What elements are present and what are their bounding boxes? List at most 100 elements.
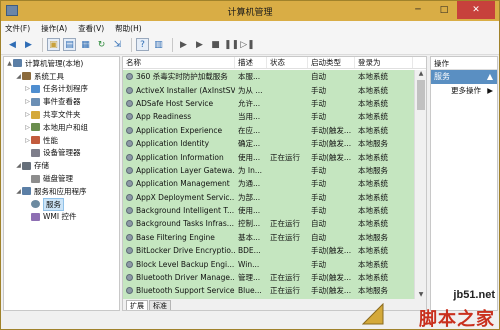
tree-item[interactable]: ▲ 计算机管理(本地) [4,57,119,70]
tree-item[interactable]: ▷ 本地用户和组 [4,121,119,134]
start-service-icon[interactable]: ▶ [177,38,190,51]
service-description: 确定... [238,139,261,149]
pause-service-icon[interactable]: ❚❚ [224,38,239,51]
expand-arrow-icon[interactable]: ▲ [6,60,13,67]
table-row[interactable]: 360 杀毒实时防护加载服务 本服... 自动 本地系统 [123,70,415,83]
tree-item-label: 磁盘管理 [43,174,73,184]
menu-view[interactable]: 查看(V) [78,23,104,34]
expand-arrow-icon[interactable]: ▷ [24,85,31,92]
start-service-alt-icon[interactable]: ▶ [193,38,206,51]
table-row[interactable]: Base Filtering Engine 基本... 正在运行 自动 本地服务 [123,231,415,244]
table-row[interactable]: Bluetooth Driver Manage... 管理... 正在运行 手动(触发… [123,271,415,284]
table-row[interactable]: AppX Deployment Servic... 为部... 手动 本地系统 [123,191,415,204]
service-description: 为 In... [238,165,263,175]
table-row[interactable]: Application Information 使用... 正在运行 手动(触发...… [123,150,415,163]
service-gear-icon [126,86,133,94]
forward-arrow-icon[interactable]: ▶ [22,38,35,51]
tree-item[interactable]: ◢ 系统工具 [4,70,119,83]
refresh-icon[interactable]: ↻ [95,38,108,51]
table-row[interactable]: Application Identity 确定... 手动(触发... 本地服务 [123,137,415,150]
menu-help[interactable]: 帮助(H) [115,23,142,34]
service-name-text: Application Experience [136,125,223,135]
menu-file[interactable]: 文件(F) [5,23,30,34]
column-name[interactable]: 名称 [123,57,235,68]
users-icon [31,123,40,132]
menu-action[interactable]: 操作(A) [41,23,67,34]
tree-item[interactable]: WMI 控件 [4,211,119,224]
properties-icon[interactable]: ▦ [79,38,92,51]
column-status[interactable]: 状态 [267,57,308,68]
minimize-button[interactable]: ─ [405,1,431,19]
tree-item[interactable]: 磁盘管理 [4,172,119,185]
table-row[interactable]: Background Intelligent T... 使用... 手动 本地系统 [123,204,415,217]
collapse-up-icon[interactable]: ▲ [487,70,493,84]
table-row[interactable]: Application Experience 在应... 手动(触发... 本地系统 [123,124,415,137]
table-row[interactable]: Application Layer Gatewa... 为 In... 手动 本地服务 [123,164,415,177]
restart-service-icon[interactable]: ▷❚ [240,38,254,51]
column-description[interactable]: 描述 [235,57,267,68]
service-name-text: Bluetooth Driver Manage... [136,273,235,283]
tab-standard[interactable]: 标准 [149,300,171,310]
table-row[interactable]: Application Management 为通... 手动 本地系统 [123,177,415,190]
table-row[interactable]: ADSafe Host Service 允许... 手动 本地系统 [123,97,415,110]
service-startup-type: 手动 [311,112,326,122]
expand-arrow-icon[interactable]: ◢ [15,162,22,169]
export-list-icon[interactable]: ⇲ [111,38,124,51]
expand-arrow-icon[interactable]: ▷ [24,124,31,131]
service-name: AppX Deployment Servic... [123,193,235,202]
up-folder-icon[interactable]: ▣ [47,38,60,51]
vertical-scrollbar[interactable]: ▲ ▼ [414,70,426,300]
tree-item[interactable]: ▷ 性能 [4,134,119,147]
service-name-text: Application Identity [136,139,210,149]
tree-item[interactable]: 设备管理器 [4,147,119,160]
scrollbar-thumb[interactable] [417,80,425,110]
table-row[interactable]: Background Tasks Infras... 控制... 正在运行 自动 本地系… [123,217,415,230]
table-row[interactable]: App Readiness 当用... 手动 本地系统 [123,110,415,123]
expand-arrow-icon[interactable]: ▷ [24,111,31,118]
show-hide-tree-icon[interactable]: ▤ [63,38,76,51]
tree-item[interactable]: 服务 [4,197,119,211]
watermark-site-name: 脚本之家 [419,309,495,330]
table-row[interactable]: Block Level Backup Engi... Win... 手动 本地系统 [123,257,415,270]
service-status: 正在运行 [270,219,300,229]
scroll-up-icon[interactable]: ▲ [415,70,426,79]
stop-service-icon[interactable]: ■ [209,38,222,51]
service-log-on-as: 本地系统 [358,192,388,202]
service-name-text: Block Level Backup Engi... [136,259,235,269]
tree-item-label: 服务和应用程序 [34,186,87,196]
tab-extended[interactable]: 扩展 [126,300,148,310]
tree-item-label: 事件查看器 [43,97,81,107]
actions-section-services[interactable]: 服务 ▲ [431,70,497,84]
service-startup-type: 手动(触发... [311,125,352,135]
back-arrow-icon[interactable]: ◀ [6,38,19,51]
table-row[interactable]: ActiveX Installer (AxInstSV) 为从 ... 手动 本地系统 [123,83,415,96]
help-icon[interactable]: ? [136,38,149,51]
service-name: ADSafe Host Service [123,99,235,108]
tree-item[interactable]: ◢ 服务和应用程序 [4,185,119,198]
service-log-on-as: 本地系统 [358,206,388,216]
expand-arrow-icon[interactable]: ▷ [24,137,31,144]
more-actions-item[interactable]: 更多操作 ▶ [431,84,497,97]
service-name-text: Application Information [136,152,224,162]
expand-arrow-icon[interactable]: ◢ [15,188,22,195]
service-log-on-as: 本地系统 [358,246,388,256]
expand-arrow-icon[interactable]: ◢ [15,73,22,80]
table-row[interactable]: BitLocker Drive Encryptio... BDE... 手动(触发.… [123,244,415,257]
tree-item[interactable]: ▷ 共享文件夹 [4,108,119,121]
tree-item[interactable]: ▷ 事件查看器 [4,95,119,108]
close-button[interactable]: ✕ [457,1,495,19]
event-viewer-icon [31,97,40,106]
tree-item[interactable]: ▷ 任务计划程序 [4,83,119,96]
column-startup-type[interactable]: 启动类型 [308,57,355,68]
console-icon[interactable]: ▥ [152,38,165,51]
service-gear-icon [126,140,133,148]
column-log-on-as[interactable]: 登录为 [355,57,413,68]
service-status: 正在运行 [270,152,300,162]
service-log-on-as: 本地系统 [358,152,388,162]
expand-arrow-icon[interactable]: ▷ [24,98,31,105]
tree-item[interactable]: ◢ 存储 [4,159,119,172]
service-name-text: Background Intelligent T... [136,206,235,216]
title-bar: 计算机管理 ─ □ ✕ [1,1,499,21]
maximize-button[interactable]: □ [431,1,457,19]
service-name-text: Application Management [136,179,230,189]
